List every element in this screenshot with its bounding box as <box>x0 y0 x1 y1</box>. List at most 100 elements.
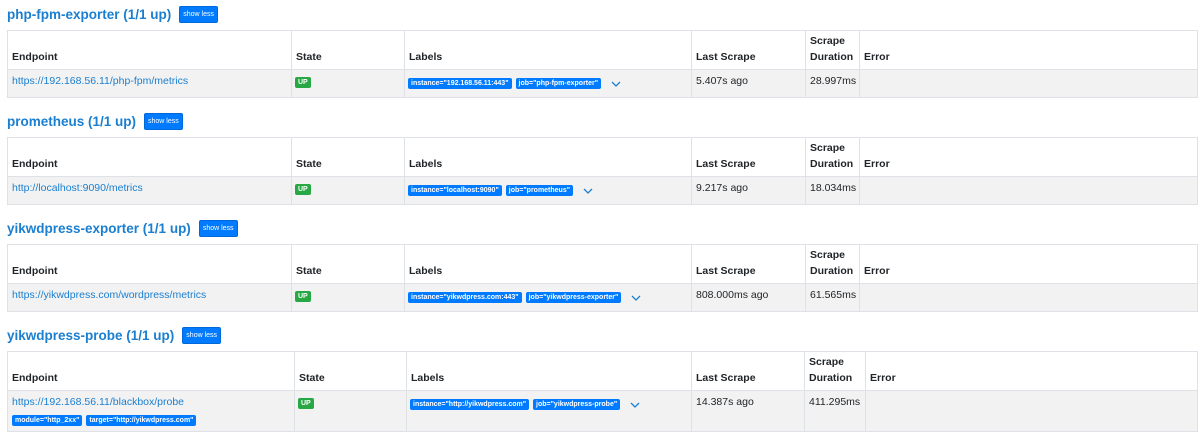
show-less-button[interactable]: show less <box>144 113 183 130</box>
header-label-line: Scrape <box>810 142 846 154</box>
pool-header: yikwdpress-probe (1/1 up) show less <box>7 327 222 344</box>
labels-list: instance="localhost:9090" job="prometheu… <box>408 185 593 196</box>
labels-cell: instance="http://yikwdpress.com" job="yi… <box>407 391 692 431</box>
header-label: Last Scrape <box>696 51 756 63</box>
header-label: State <box>296 158 322 170</box>
header-endpoint: Endpoint <box>8 31 292 69</box>
labels-cell: instance="yikwdpress.com:443" job="yikwd… <box>405 284 692 311</box>
header-label: Labels <box>411 372 445 384</box>
endpoint-link[interactable]: https://192.168.56.11/blackbox/probe <box>12 396 184 408</box>
label-badge: instance="localhost:9090" <box>408 185 502 196</box>
param-badge: target="http://yikwdpress.com" <box>86 415 197 426</box>
scrape-duration-value: 61.565ms <box>810 289 857 301</box>
pool-header: yikwdpress-exporter (1/1 up) show less <box>7 220 238 237</box>
last-scrape-value: 5.407s ago <box>696 75 748 87</box>
chevron-down-icon[interactable] <box>611 80 621 88</box>
header-scrape-duration: Scrape Duration <box>805 352 866 390</box>
header-last-scrape: Last Scrape <box>692 245 806 283</box>
pool-title-link[interactable]: prometheus (1/1 up) <box>7 114 136 129</box>
targets-table: Endpoint State Labels Last Scrape Scrape… <box>7 351 1198 432</box>
header-label: Error <box>870 372 896 384</box>
endpoint-cell: https://192.168.56.11/blackbox/probe mod… <box>8 391 295 431</box>
pool-title-link[interactable]: php-fpm-exporter (1/1 up) <box>7 7 171 22</box>
table-row: https://yikwdpress.com/wordpress/metrics… <box>8 284 1197 311</box>
header-labels: Labels <box>405 245 692 283</box>
labels-list: instance="192.168.56.11:443" job="php-fp… <box>408 78 621 89</box>
state-cell: UP <box>295 391 407 431</box>
show-less-button[interactable]: show less <box>182 327 222 344</box>
last-scrape-cell: 5.407s ago <box>692 70 806 97</box>
pool-title-link[interactable]: yikwdpress-exporter (1/1 up) <box>7 221 191 236</box>
targets-table: Endpoint State Labels Last Scrape Scrape… <box>7 137 1198 205</box>
table-header: Endpoint State Labels Last Scrape Scrape… <box>8 31 1197 70</box>
scrape-duration-value: 411.295ms <box>809 396 861 408</box>
endpoint-link[interactable]: https://yikwdpress.com/wordpress/metrics <box>12 289 206 301</box>
header-label-line: Duration <box>810 51 854 63</box>
scrape-duration-cell: 411.295ms <box>805 391 866 431</box>
header-label: Scrape Duration <box>810 247 853 279</box>
show-less-button[interactable]: show less <box>198 220 238 237</box>
endpoint-link[interactable]: http://localhost:9090/metrics <box>12 182 143 194</box>
labels-list: instance="http://yikwdpress.com" job="yi… <box>410 399 640 410</box>
header-endpoint: Endpoint <box>8 245 292 283</box>
header-label: Scrape Duration <box>810 140 853 172</box>
table-header: Endpoint State Labels Last Scrape Scrape… <box>8 138 1197 177</box>
pool-title-link[interactable]: yikwdpress-probe (1/1 up) <box>7 328 174 343</box>
scrape-duration-value: 18.034ms <box>810 182 857 194</box>
state-badge: UP <box>298 398 314 409</box>
label-badge: job="yikwdpress-exporter" <box>525 292 622 303</box>
label-badge: job="yikwdpress-probe" <box>533 399 621 410</box>
labels-cell: instance="localhost:9090" job="prometheu… <box>405 177 692 204</box>
pool-header: php-fpm-exporter (1/1 up) show less <box>7 6 218 23</box>
error-cell <box>860 177 1197 204</box>
chevron-down-icon[interactable] <box>631 294 641 302</box>
scrape-duration-cell: 18.034ms <box>806 177 860 204</box>
header-last-scrape: Last Scrape <box>692 31 806 69</box>
endpoint-params: module="http_2xx" target="http://yikwdpr… <box>12 415 197 426</box>
header-label: Labels <box>409 265 443 277</box>
header-labels: Labels <box>405 138 692 176</box>
state-cell: UP <box>292 284 405 311</box>
header-scrape-duration: Scrape Duration <box>806 31 860 69</box>
chevron-down-icon[interactable] <box>630 401 640 409</box>
header-label: Last Scrape <box>696 265 756 277</box>
labels-cell: instance="192.168.56.11:443" job="php-fp… <box>405 70 692 97</box>
label-badge: job="prometheus" <box>505 185 574 196</box>
header-label-line: Scrape <box>809 356 845 368</box>
header-label: Error <box>864 51 890 63</box>
endpoint-link[interactable]: https://192.168.56.11/php-fpm/metrics <box>12 75 188 87</box>
header-endpoint: Endpoint <box>8 352 295 390</box>
chevron-down-icon[interactable] <box>583 187 593 195</box>
error-cell <box>860 70 1197 97</box>
table-row: http://localhost:9090/metrics UP instanc… <box>8 177 1197 204</box>
header-labels: Labels <box>407 352 692 390</box>
error-cell <box>860 284 1197 311</box>
show-less-button[interactable]: show less <box>179 6 218 23</box>
header-label-line: Scrape <box>810 35 846 47</box>
header-error: Error <box>860 138 1197 176</box>
scrape-duration-cell: 28.997ms <box>806 70 860 97</box>
header-state: State <box>292 138 405 176</box>
header-label: Last Scrape <box>696 158 756 170</box>
last-scrape-cell: 9.217s ago <box>692 177 806 204</box>
state-badge: UP <box>295 77 311 88</box>
header-scrape-duration: Scrape Duration <box>806 245 860 283</box>
label-badge: job="php-fpm-exporter" <box>515 78 602 89</box>
header-endpoint: Endpoint <box>8 138 292 176</box>
header-scrape-duration: Scrape Duration <box>806 138 860 176</box>
error-cell <box>866 391 1197 431</box>
header-label-line: Duration <box>810 158 854 170</box>
targets-table: Endpoint State Labels Last Scrape Scrape… <box>7 30 1198 98</box>
header-label: Labels <box>409 158 443 170</box>
label-badge: instance="http://yikwdpress.com" <box>410 399 530 410</box>
state-badge: UP <box>295 184 311 195</box>
last-scrape-cell: 14.387s ago <box>692 391 805 431</box>
table-header: Endpoint State Labels Last Scrape Scrape… <box>8 352 1197 391</box>
header-error: Error <box>860 245 1197 283</box>
labels-list: instance="yikwdpress.com:443" job="yikwd… <box>408 292 641 303</box>
last-scrape-value: 14.387s ago <box>696 396 754 408</box>
header-last-scrape: Last Scrape <box>692 352 805 390</box>
header-label: Scrape Duration <box>810 33 853 65</box>
scrape-duration-cell: 61.565ms <box>806 284 860 311</box>
state-cell: UP <box>292 70 405 97</box>
